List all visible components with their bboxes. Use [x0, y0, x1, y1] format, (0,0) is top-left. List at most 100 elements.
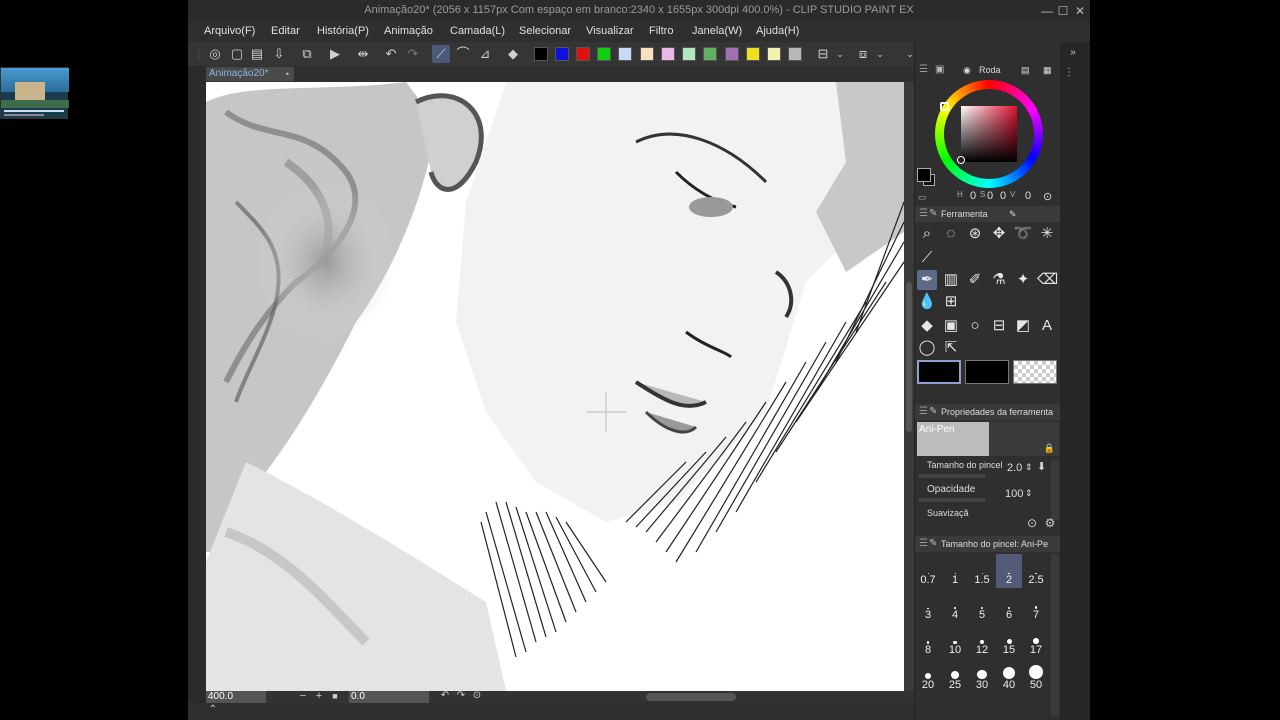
chevron-down-icon[interactable]: ⌄	[871, 45, 889, 63]
pressure-icon[interactable]: ⬇	[1037, 460, 1046, 473]
brush-size-scrollbar[interactable]	[1051, 554, 1059, 716]
move-tool-icon[interactable]: ✥	[989, 224, 1009, 244]
gradient-tool-icon[interactable]: ▣	[941, 316, 961, 336]
color-panel-title[interactable]: Roda	[979, 62, 1001, 78]
brush-size-option[interactable]: 4	[942, 589, 968, 623]
color-mode-icon[interactable]: ⊙	[1043, 190, 1052, 203]
close-button[interactable]: ✕	[1071, 3, 1089, 19]
color-swatch-black[interactable]	[534, 47, 548, 61]
tab-close-icon[interactable]: •	[286, 67, 289, 81]
magic-wand-tool-icon[interactable]: ✳	[1037, 224, 1057, 244]
eraser-tool-icon[interactable]: ⌫	[1037, 270, 1058, 290]
menu-historia[interactable]: História(P)	[317, 25, 369, 37]
maximize-button[interactable]: ☐	[1054, 3, 1072, 19]
menu-arquivo[interactable]: Arquivo(F)	[204, 25, 255, 37]
s-value[interactable]: 0	[987, 190, 993, 202]
ruler-tool-icon[interactable]: ◩	[1013, 316, 1033, 336]
color-swatch-cream[interactable]	[767, 47, 781, 61]
color-swatch-peach[interactable]	[640, 47, 654, 61]
pencil-tool-icon[interactable]: ▥	[941, 270, 961, 290]
flip-icon[interactable]: ⇹	[354, 45, 372, 63]
transform-icon[interactable]: ⧈	[854, 45, 872, 63]
brush-size-slider[interactable]	[919, 474, 985, 478]
brush-size-option[interactable]: 0.7	[915, 554, 941, 588]
brush-size-option[interactable]: 17	[1023, 624, 1049, 658]
align-icon[interactable]: ⊟	[814, 45, 832, 63]
stepper-icon[interactable]: ⇕	[1025, 462, 1033, 473]
undo-icon[interactable]: ↶	[382, 45, 400, 63]
brush-size-option[interactable]: 7	[1023, 589, 1049, 623]
brush-size-option[interactable]: 15	[996, 624, 1022, 658]
foreground-color-chip[interactable]	[917, 168, 931, 182]
menu-icon[interactable]: ☰	[919, 206, 928, 222]
redo-icon[interactable]: ↷	[404, 45, 422, 63]
brush-size-value[interactable]: 2.0	[1007, 462, 1022, 474]
brush-size-option[interactable]: 6	[996, 589, 1022, 623]
menu-filtro[interactable]: Filtro	[649, 25, 673, 37]
desktop-window-thumbnail[interactable]	[0, 67, 69, 119]
brush-size-option[interactable]: 25	[942, 659, 968, 693]
brush-size-option[interactable]: 30	[969, 659, 995, 693]
v-value[interactable]: 0	[1025, 190, 1031, 202]
menu-selecionar[interactable]: Selecionar	[519, 25, 571, 37]
decoration-tool-icon[interactable]: ✦	[1013, 270, 1033, 290]
frame-tool-icon[interactable]: ⊟	[989, 316, 1009, 336]
canvas-vertical-scrollbar[interactable]	[904, 82, 914, 691]
menu-camada[interactable]: Camada(L)	[450, 25, 505, 37]
figure-tool-icon[interactable]: ○	[965, 316, 985, 336]
color-set-icon[interactable]: ▤	[1021, 62, 1030, 78]
menu-icon[interactable]: ☰	[919, 404, 928, 420]
blend-tool-icon[interactable]: 💧	[917, 292, 937, 312]
brush-size-option[interactable]: 5	[969, 589, 995, 623]
play-icon[interactable]: ▶	[326, 45, 344, 63]
wrench-icon[interactable]: ⚙	[1041, 514, 1059, 532]
sub-color-box[interactable]	[965, 360, 1009, 384]
liquify-tool-icon[interactable]: ⊞	[941, 292, 961, 312]
canvas[interactable]	[206, 82, 904, 691]
new-file-icon[interactable]: ▢	[228, 45, 246, 63]
zoom-tool-icon[interactable]: ⌕	[917, 224, 937, 244]
color-swatch-purple[interactable]	[725, 47, 739, 61]
color-wheel-tab-icon[interactable]: ◉	[963, 62, 971, 78]
tool-properties-scrollbar[interactable]	[1051, 460, 1059, 520]
tab-document[interactable]: Animação20* •	[206, 67, 294, 81]
brush-size-option[interactable]: 1.5	[969, 554, 995, 588]
menu-ajuda[interactable]: Ajuda(H)	[756, 25, 799, 37]
transparent-color-box[interactable]	[1013, 360, 1057, 384]
brush-size-option[interactable]: 10	[942, 624, 968, 658]
brush-size-option[interactable]: 3	[915, 589, 941, 623]
color-swatch-dark-green[interactable]	[703, 47, 717, 61]
collapse-panel-icon[interactable]: »	[1064, 44, 1082, 62]
text-tool-icon[interactable]: A	[1037, 316, 1057, 336]
brush-size-option[interactable]: 1	[942, 554, 968, 588]
export-icon[interactable]: ⧉	[298, 45, 316, 63]
brush-size-row[interactable]: Tamanho do pincel 2.0 ⇕ ⬇	[915, 460, 1055, 478]
open-file-icon[interactable]: ▤	[248, 45, 266, 63]
v-extra-value[interactable]: 0	[1000, 190, 1006, 202]
color-wheel[interactable]	[935, 80, 1043, 188]
brush-size-option[interactable]: 20	[915, 659, 941, 693]
saturation-value-square[interactable]	[961, 106, 1017, 162]
curve-icon[interactable]: ⌒	[454, 45, 472, 63]
menu-animacao[interactable]: Animação	[384, 25, 433, 37]
angle-field[interactable]: 0.0	[349, 691, 429, 703]
airbrush-tool-icon[interactable]: ⚗	[989, 270, 1009, 290]
opacity-slider[interactable]	[919, 498, 985, 502]
opacity-row[interactable]: Opacidade 100 ⇕	[915, 484, 1055, 502]
selection-tool-icon[interactable]: ◌	[941, 224, 961, 244]
opacity-value[interactable]: 100	[1005, 488, 1023, 500]
save-icon[interactable]: ⇩	[270, 45, 288, 63]
palette-icon[interactable]: ▣	[935, 62, 944, 78]
canvas-horizontal-scrollbar[interactable]	[646, 693, 736, 701]
brush-size-option[interactable]: 2.5	[1023, 554, 1049, 588]
pen-tool-icon[interactable]: ✒	[917, 270, 937, 290]
eyedropper-tool-icon[interactable]: ⟋	[917, 248, 937, 268]
fill-icon[interactable]: ◆	[504, 45, 522, 63]
menu-visualizar[interactable]: Visualizar	[586, 25, 634, 37]
color-swatch-light-blue[interactable]	[618, 47, 632, 61]
scrollbar-thumb[interactable]	[906, 282, 912, 432]
brush-size-option[interactable]: 2	[996, 554, 1022, 588]
color-swatch-green[interactable]	[597, 47, 611, 61]
balloon-tool-icon[interactable]: ◯	[917, 338, 937, 358]
color-history-icon[interactable]: ▦	[1043, 62, 1052, 78]
